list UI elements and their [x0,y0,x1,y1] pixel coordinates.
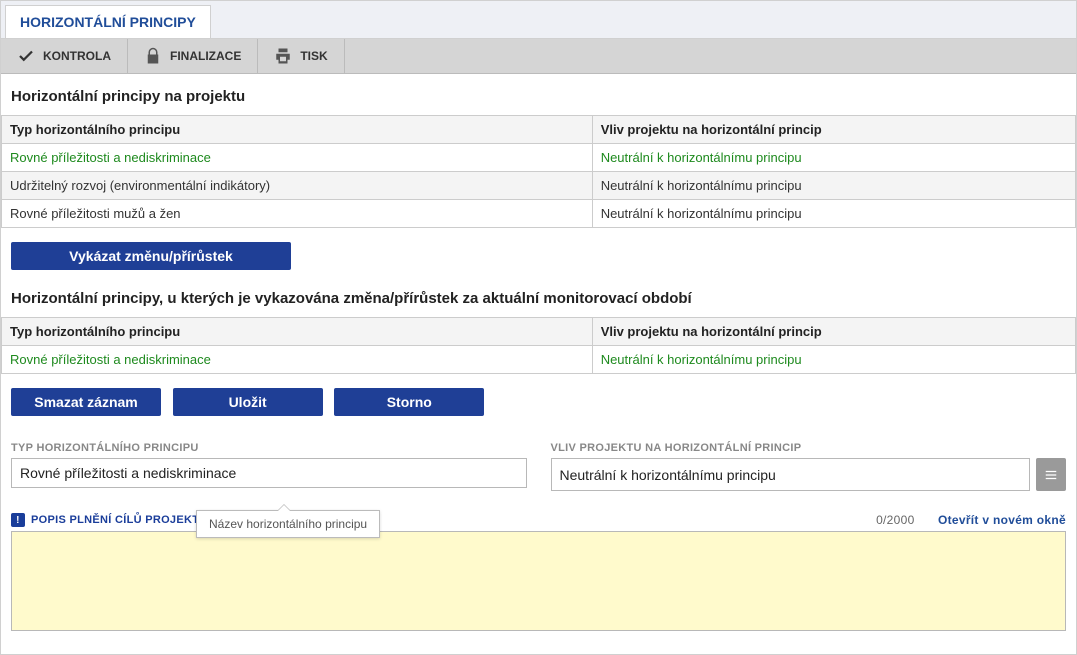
finalizace-button[interactable]: FINALIZACE [128,39,258,73]
typ-label: TYP HORIZONTÁLNÍHO PRINCIPU [11,442,527,454]
lock-icon [144,47,162,65]
table-row[interactable]: Rovné příležitosti mužů a ženNeutrální k… [2,200,1076,228]
cell-vliv: Neutrální k horizontálnímu principu [592,144,1075,172]
typ-input[interactable] [11,458,527,488]
print-icon [274,47,292,65]
section1-title: Horizontální principy na projektu [1,74,1076,115]
required-icon: ! [11,513,25,527]
cell-typ: Rovné příležitosti mužů a žen [2,200,593,228]
cell-vliv: Neutrální k horizontálnímu principu [592,200,1075,228]
changes-grid: Typ horizontálního principu Vliv projekt… [1,317,1076,374]
cell-typ: Rovné příležitosti a nediskriminace [2,346,593,374]
principles-grid: Typ horizontálního principu Vliv projekt… [1,115,1076,228]
vliv-input[interactable] [551,458,1031,491]
open-new-window-link[interactable]: Otevřít v novém okně [938,513,1066,527]
col-typ: Typ horizontálního principu [2,116,593,144]
section2-title: Horizontální principy, u kterých je vyka… [1,284,1076,317]
check-icon [17,47,35,65]
desc-label: POPIS PLNĚNÍ CÍLŮ PROJEKTU [31,514,208,526]
cell-typ: Udržitelný rozvoj (environmentální indik… [2,172,593,200]
vliv-label: VLIV PROJEKTU NA HORIZONTÁLNÍ PRINCIP [551,442,1067,454]
cell-typ: Rovné příležitosti a nediskriminace [2,144,593,172]
col-typ: Typ horizontálního principu [2,318,593,346]
tab-horizontal-principles[interactable]: HORIZONTÁLNÍ PRINCIPY [5,5,211,38]
col-vliv: Vliv projektu na horizontální princip [592,116,1075,144]
table-row[interactable]: Udržitelný rozvoj (environmentální indik… [2,172,1076,200]
toolbar: KONTROLA FINALIZACE TISK [1,39,1076,74]
tisk-button[interactable]: TISK [258,39,344,73]
finalizace-label: FINALIZACE [170,49,241,63]
smazat-button[interactable]: Smazat záznam [11,388,161,416]
ulozit-button[interactable]: Uložit [173,388,323,416]
vliv-picker-button[interactable] [1036,458,1066,491]
tisk-label: TISK [300,49,327,63]
kontrola-label: KONTROLA [43,49,111,63]
table-row[interactable]: Rovné příležitosti a nediskriminaceNeutr… [2,346,1076,374]
cell-vliv: Neutrální k horizontálnímu principu [592,346,1075,374]
char-counter: 0/2000 [876,513,915,527]
col-vliv: Vliv projektu na horizontální princip [592,318,1075,346]
cell-vliv: Neutrální k horizontálnímu principu [592,172,1075,200]
desc-textarea[interactable] [11,531,1066,631]
vykazat-button[interactable]: Vykázat změnu/přírůstek [11,242,291,270]
kontrola-button[interactable]: KONTROLA [1,39,128,73]
tab-bar: HORIZONTÁLNÍ PRINCIPY [1,1,1076,39]
tooltip: Název horizontálního principu [196,510,380,538]
list-icon [1044,468,1058,482]
table-row[interactable]: Rovné příležitosti a nediskriminaceNeutr… [2,144,1076,172]
storno-button[interactable]: Storno [334,388,484,416]
